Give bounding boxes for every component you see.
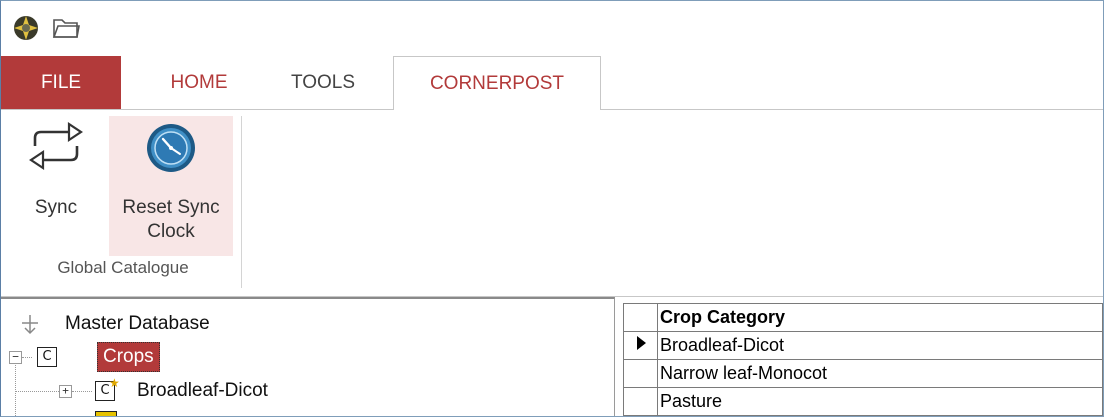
reset-sync-clock-label: Reset Sync Clock <box>109 196 233 244</box>
tab-home[interactable]: HOME <box>149 56 249 109</box>
master-database-icon <box>19 313 41 345</box>
cell-crop-category[interactable]: Narrow leaf-Monocot <box>657 359 1103 388</box>
tab-file[interactable]: FILE <box>1 56 121 109</box>
sync-label: Sync <box>34 197 78 218</box>
title-bar <box>1 1 1103 56</box>
open-folder-icon[interactable] <box>51 15 81 41</box>
current-row-arrow-icon <box>636 336 646 350</box>
tree-connector <box>22 357 32 358</box>
tab-tools[interactable]: TOOLS <box>269 56 377 109</box>
add-badge-icon: ★ <box>109 376 120 390</box>
reset-label-line2: Clock <box>147 221 195 242</box>
tree-label-master-database: Master Database <box>65 313 210 334</box>
expand-icon[interactable]: + <box>59 385 72 398</box>
row-selector[interactable] <box>623 359 658 388</box>
cell-crop-category[interactable]: Broadleaf-Dicot <box>657 331 1103 360</box>
reset-sync-clock-button[interactable]: Reset Sync Clock <box>109 116 233 256</box>
partial-tree-icon <box>95 411 117 416</box>
sync-icon <box>29 121 83 171</box>
clock-icon <box>147 124 195 172</box>
ribbon-tab-bar: FILE HOME TOOLS CORNERPOST <box>1 56 1103 111</box>
grid-header-row: Crop Category <box>623 303 1103 332</box>
cell-crop-category[interactable]: Pasture <box>657 387 1103 416</box>
row-selector[interactable] <box>623 331 658 360</box>
app-logo-icon[interactable] <box>13 15 39 41</box>
tab-cornerpost[interactable]: CORNERPOST <box>393 56 601 111</box>
app-window: FILE HOME TOOLS CORNERPOST Sync Reset Sy… <box>0 0 1104 417</box>
crop-category-grid: Crop Category Broadleaf-Dicot Narrow lea… <box>623 303 1103 416</box>
column-header-crop-category[interactable]: Crop Category <box>657 303 1103 332</box>
sync-button[interactable]: Sync <box>11 116 101 256</box>
row-selector[interactable] <box>623 387 658 416</box>
tree-label-broadleaf-dicot: Broadleaf-Dicot <box>137 380 268 401</box>
row-selector-header <box>623 303 658 332</box>
reset-label-line1: Reset Sync <box>122 197 220 218</box>
tree-connector <box>72 391 92 392</box>
table-row[interactable]: Narrow leaf-Monocot <box>623 359 1103 388</box>
ribbon-group-label: Global Catalogue <box>57 258 189 277</box>
table-row[interactable]: Pasture <box>623 387 1103 416</box>
tree-connector <box>15 391 59 392</box>
collapse-icon[interactable]: − <box>9 351 22 364</box>
tree-panel: Master Database − C Crops + C ★ Broadlea… <box>1 297 615 416</box>
ribbon-group-divider <box>241 116 242 288</box>
table-row[interactable]: Broadleaf-Dicot <box>623 331 1103 360</box>
category-icon: C <box>37 347 57 367</box>
ribbon-panel: Sync Reset Sync Clock Global Catalogue <box>1 110 1103 297</box>
tree-label-crops: Crops <box>97 342 160 372</box>
